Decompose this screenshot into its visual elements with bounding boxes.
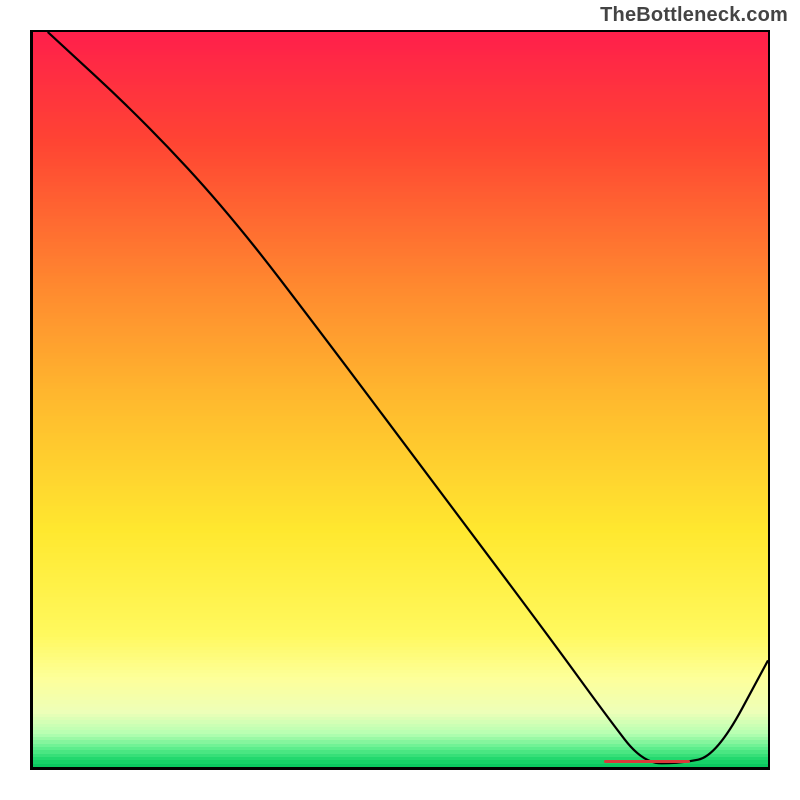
bottleneck-curve — [48, 32, 768, 763]
plot-area — [30, 30, 770, 770]
watermark-text: TheBottleneck.com — [600, 4, 788, 27]
line-layer — [33, 32, 768, 767]
chart-container: TheBottleneck.com — [0, 0, 800, 800]
